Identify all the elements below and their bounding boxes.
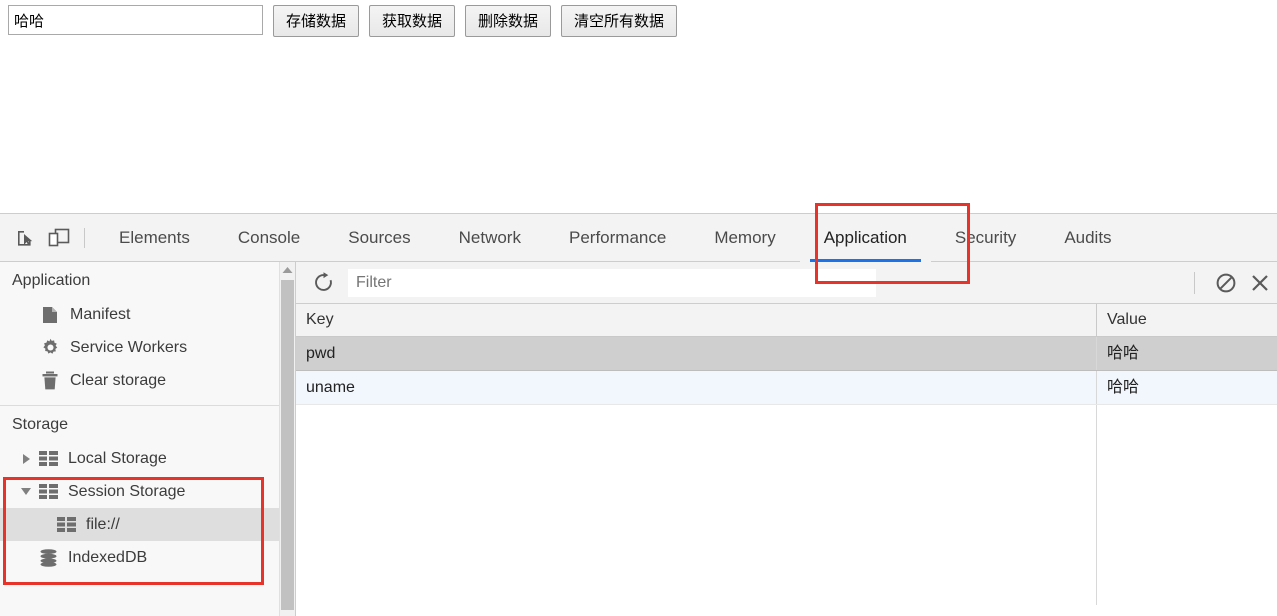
sidebar-section-application-title: Application bbox=[12, 272, 91, 289]
database-icon bbox=[38, 548, 58, 568]
sidebar-item-label: Manifest bbox=[70, 305, 131, 323]
table-grid-icon bbox=[56, 515, 76, 535]
trash-icon bbox=[40, 371, 60, 391]
devtools-panel: Elements Console Sources Network Perform… bbox=[0, 213, 1277, 616]
delete-data-button[interactable]: 删除数据 bbox=[465, 5, 552, 37]
sidebar-item-label: IndexedDB bbox=[68, 548, 148, 566]
cell-value[interactable]: 哈哈 bbox=[1096, 371, 1277, 404]
toolbar-separator bbox=[84, 227, 85, 248]
sidebar-item-session-storage[interactable]: Session Storage bbox=[0, 475, 295, 508]
sidebar-item-label: file:// bbox=[86, 515, 120, 533]
tab-sources[interactable]: Sources bbox=[324, 214, 434, 262]
scroll-up-arrow-icon[interactable] bbox=[280, 262, 295, 278]
devtools-tabstrip: Elements Console Sources Network Perform… bbox=[0, 213, 1277, 262]
table-row[interactable]: pwd 哈哈 bbox=[296, 337, 1277, 371]
sidebar-scrollbar[interactable] bbox=[279, 262, 295, 616]
sidebar-section-storage-title: Storage bbox=[12, 416, 69, 433]
gear-icon bbox=[40, 338, 60, 358]
devtools-tabs: Elements Console Sources Network Perform… bbox=[95, 213, 1136, 262]
device-toolbar-icon[interactable] bbox=[42, 222, 76, 254]
cell-value[interactable]: 哈哈 bbox=[1096, 337, 1277, 370]
sidebar-item-label: Session Storage bbox=[68, 482, 186, 500]
toolbar-separator bbox=[1194, 271, 1195, 294]
column-header-key[interactable]: Key bbox=[296, 312, 1096, 328]
table-grid-icon bbox=[38, 482, 58, 502]
table-empty-area bbox=[296, 405, 1277, 605]
no-entry-icon[interactable] bbox=[1209, 268, 1243, 298]
sidebar-item-local-storage[interactable]: Local Storage bbox=[0, 442, 295, 475]
clear-all-data-button[interactable]: 清空所有数据 bbox=[561, 5, 678, 37]
storage-toolbar bbox=[296, 262, 1277, 304]
inspect-element-icon[interactable] bbox=[8, 222, 42, 254]
web-page-content: 存储数据 获取数据 删除数据 清空所有数据 bbox=[0, 0, 1277, 213]
close-x-icon[interactable] bbox=[1243, 268, 1277, 298]
table-row[interactable]: uname 哈哈 bbox=[296, 371, 1277, 405]
toolbar-spacer bbox=[875, 268, 1180, 297]
sidebar-item-manifest[interactable]: Manifest bbox=[0, 298, 295, 331]
sidebar-item-service-workers[interactable]: Service Workers bbox=[0, 331, 295, 364]
devtools-sidebar: Application Manifest Service Workers Cle… bbox=[0, 262, 296, 616]
tab-console[interactable]: Console bbox=[214, 214, 324, 262]
chevron-down-icon[interactable] bbox=[18, 488, 34, 495]
cell-key[interactable]: uname bbox=[296, 380, 1096, 396]
cell-key[interactable]: pwd bbox=[296, 346, 1096, 362]
column-header-value[interactable]: Value bbox=[1096, 304, 1277, 336]
refresh-icon[interactable] bbox=[308, 269, 338, 297]
tab-application[interactable]: Application bbox=[799, 213, 931, 262]
sidebar-item-indexeddb[interactable]: IndexedDB bbox=[0, 541, 295, 574]
sidebar-item-clear-storage[interactable]: Clear storage bbox=[0, 364, 295, 397]
devtools-body: Application Manifest Service Workers Cle… bbox=[0, 262, 1277, 616]
tab-security[interactable]: Security bbox=[931, 214, 1040, 262]
sidebar-item-label: Service Workers bbox=[70, 338, 188, 356]
filter-input[interactable] bbox=[348, 268, 876, 297]
document-icon bbox=[40, 305, 60, 325]
page-toolbar: 存储数据 获取数据 删除数据 清空所有数据 bbox=[8, 5, 678, 37]
table-empty-key-column bbox=[296, 405, 1096, 605]
get-data-button[interactable]: 获取数据 bbox=[369, 5, 456, 37]
chevron-right-icon[interactable] bbox=[18, 453, 34, 464]
table-empty-value-column bbox=[1096, 405, 1277, 605]
sidebar-item-file-origin[interactable]: file:// bbox=[0, 508, 295, 541]
devtools-tool-icons bbox=[0, 222, 95, 254]
sidebar-item-label: Clear storage bbox=[70, 371, 167, 389]
save-data-button[interactable]: 存储数据 bbox=[273, 5, 360, 37]
data-text-input[interactable] bbox=[8, 5, 263, 35]
tab-audits[interactable]: Audits bbox=[1040, 214, 1135, 262]
tab-network[interactable]: Network bbox=[435, 214, 545, 262]
tab-performance[interactable]: Performance bbox=[545, 214, 690, 262]
table-grid-icon bbox=[38, 449, 58, 469]
sidebar-item-label: Local Storage bbox=[68, 449, 167, 467]
tab-elements[interactable]: Elements bbox=[95, 214, 214, 262]
tab-memory[interactable]: Memory bbox=[690, 214, 799, 262]
storage-table: Key Value pwd 哈哈 uname 哈哈 bbox=[296, 304, 1277, 605]
sidebar-scrollbar-thumb[interactable] bbox=[281, 280, 294, 610]
table-header-row: Key Value bbox=[296, 304, 1277, 337]
storage-main-panel: Key Value pwd 哈哈 uname 哈哈 bbox=[296, 262, 1277, 616]
